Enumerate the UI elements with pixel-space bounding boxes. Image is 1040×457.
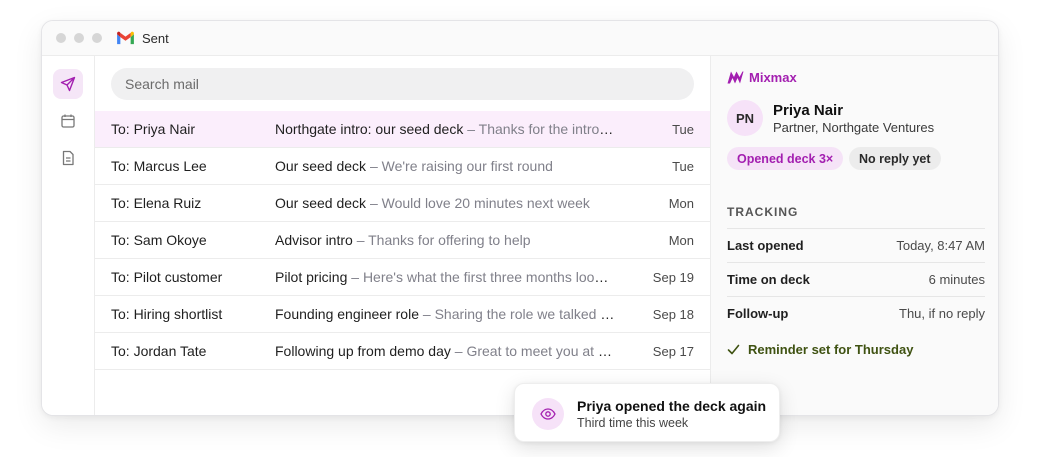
- preview: – We're raising our first round: [366, 158, 553, 174]
- minimize-window-button[interactable]: [74, 33, 84, 43]
- subject: Following up from demo day: [275, 343, 451, 359]
- search-input[interactable]: [111, 68, 694, 100]
- email-row[interactable]: To: Pilot customer Pilot pricing – Here's…: [95, 259, 710, 296]
- recipient: To: Pilot customer: [111, 269, 223, 285]
- calendar-nav-button[interactable]: [53, 106, 83, 136]
- eye-icon: [540, 408, 556, 420]
- mail-window: Sent To: Priya Nair Northgate intro: our …: [41, 20, 999, 416]
- subject-line: Advisor intro – Thanks for offering to h…: [275, 232, 615, 248]
- subject: Founding engineer role: [275, 306, 419, 322]
- mail-list-pane: To: Priya Nair Northgate intro: our seed …: [95, 56, 710, 415]
- tracking-value: Thu, if no reply: [899, 306, 985, 321]
- opened-count-badge: Opened deck 3×: [727, 147, 844, 170]
- sent-date: Sep 17: [652, 343, 694, 359]
- subject-line: Founding engineer role – Sharing the rol…: [275, 306, 615, 322]
- recipient: To: Priya Nair: [111, 121, 196, 137]
- close-window-button[interactable]: [56, 33, 66, 43]
- documents-nav-button[interactable]: [53, 143, 83, 173]
- brand-name: Mixmax: [749, 70, 797, 85]
- mixmax-logo-icon: [727, 71, 744, 84]
- preview: – Thanks for offering to help: [352, 232, 531, 248]
- tracking-label: Time on deck: [727, 272, 810, 287]
- sent-date: Mon: [668, 232, 694, 248]
- toast-title: Priya opened the deck again: [577, 398, 767, 414]
- email-list: To: Priya Nair Northgate intro: our seed …: [95, 111, 710, 370]
- subject-line: Northgate intro: our seed deck – Thanks …: [275, 121, 615, 137]
- mixmax-brand: Mixmax: [727, 70, 797, 85]
- maximize-window-button[interactable]: [92, 33, 102, 43]
- subject-line: Our seed deck – Would love 20 minutes ne…: [275, 195, 615, 211]
- document-icon: [62, 150, 74, 166]
- tracking-row-time-on-deck: Time on deck 6 minutes: [727, 262, 985, 296]
- check-icon: [727, 344, 740, 355]
- preview: – Would love 20 minutes next week: [366, 195, 590, 211]
- subject-line: Pilot pricing – Here's what the first th…: [275, 269, 615, 285]
- contact-role: Partner, Northgate Ventures: [773, 120, 935, 135]
- subject-line: Our seed deck – We're raising our first …: [275, 158, 615, 174]
- open-notification-toast[interactable]: Priya opened the deck again Third time t…: [514, 383, 780, 442]
- sent-date: Tue: [672, 158, 694, 174]
- subject: Advisor intro: [275, 232, 353, 248]
- recipient: To: Elena Ruiz: [111, 195, 202, 211]
- email-row[interactable]: To: Jordan Tate Following up from demo da…: [95, 333, 710, 370]
- contact-name: Priya Nair: [773, 102, 844, 119]
- gmail-logo-icon: [116, 31, 135, 45]
- mixmax-sidebar: Mixmax PN Priya Nair Partner, Northgate …: [710, 56, 998, 415]
- tracking-heading: TRACKING: [727, 205, 799, 219]
- tracking-row-follow-up: Follow-up Thu, if no reply: [727, 296, 985, 330]
- tracking-value: 6 minutes: [928, 272, 985, 287]
- calendar-icon: [61, 114, 75, 128]
- tracking-label: Last opened: [727, 238, 804, 253]
- recipient: To: Jordan Tate: [111, 343, 207, 359]
- subject-line: Following up from demo day – Great to me…: [275, 343, 615, 359]
- preview: – Sharing the role we talked a…: [419, 306, 615, 322]
- send-icon: [60, 76, 76, 92]
- subject: Pilot pricing: [275, 269, 348, 285]
- email-row[interactable]: To: Sam Okoye Advisor intro – Thanks for …: [95, 222, 710, 259]
- preview: – Here's what the first three months loo…: [347, 269, 615, 285]
- sent-date: Mon: [668, 195, 694, 211]
- preview: – Thanks for the intro …: [463, 121, 615, 137]
- sent-date: Sep 18: [652, 306, 694, 322]
- email-row[interactable]: To: Hiring shortlist Founding engineer ro…: [95, 296, 710, 333]
- sent-date: Tue: [672, 121, 694, 137]
- subject: Our seed deck: [275, 195, 367, 211]
- left-rail: [42, 56, 95, 415]
- subject: Northgate intro: our seed deck: [275, 121, 464, 137]
- recipient: To: Sam Okoye: [111, 232, 207, 248]
- email-row[interactable]: To: Elena Ruiz Our seed deck – Would love…: [95, 185, 710, 222]
- preview: – Great to meet you at t…: [450, 343, 615, 359]
- email-row[interactable]: To: Marcus Lee Our seed deck – We're rais…: [95, 148, 710, 185]
- recipient: To: Marcus Lee: [111, 158, 207, 174]
- sent-date: Sep 19: [652, 269, 694, 285]
- reminder-status: Reminder set for Thursday: [727, 342, 913, 357]
- toast-icon-wrap: [532, 398, 564, 430]
- email-row[interactable]: To: Priya Nair Northgate intro: our seed …: [95, 111, 710, 148]
- toast-subtitle: Third time this week: [577, 416, 689, 430]
- tracking-label: Follow-up: [727, 306, 789, 321]
- window-title: Sent: [142, 30, 169, 46]
- window-controls: [56, 33, 102, 43]
- title-bar: Sent: [42, 21, 998, 56]
- recipient: To: Hiring shortlist: [111, 306, 223, 322]
- avatar: PN: [727, 100, 763, 136]
- reminder-text: Reminder set for Thursday: [748, 342, 914, 357]
- subject: Our seed deck: [275, 158, 367, 174]
- tracking-row-last-opened: Last opened Today, 8:47 AM: [727, 228, 985, 262]
- sent-nav-button[interactable]: [53, 69, 83, 99]
- tracking-value: Today, 8:47 AM: [896, 238, 985, 253]
- reply-status-badge: No reply yet: [849, 147, 941, 170]
